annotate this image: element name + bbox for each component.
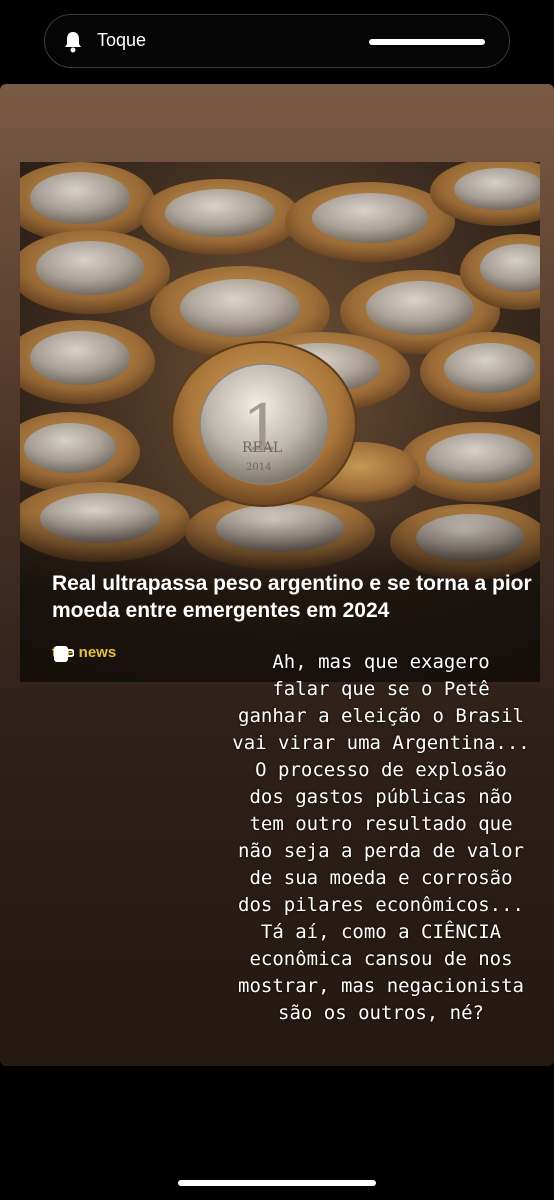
story-card[interactable]: 1 REAL 2014 Real ultrapassa peso argenti… <box>0 84 554 1066</box>
bell-icon <box>65 32 81 53</box>
notification-banner[interactable]: Toque <box>44 14 510 68</box>
news-headline: Real ultrapassa peso argentino e se torn… <box>52 572 532 622</box>
notification-handle[interactable] <box>369 39 485 45</box>
coin-year: 2014 <box>246 462 271 473</box>
brand: the news <box>52 644 116 662</box>
main-coin: 1 REAL 2014 <box>171 341 357 507</box>
coffee-cup-icon <box>54 646 74 662</box>
home-indicator[interactable] <box>178 1180 376 1186</box>
notification-label: Toque <box>97 30 147 50</box>
coins-image: 1 REAL 2014 Real ultrapassa peso argenti… <box>20 162 540 682</box>
story-caption: Ah, mas que exagero falar que se o Petê … <box>232 651 530 1024</box>
coin-word: REAL <box>242 440 282 456</box>
